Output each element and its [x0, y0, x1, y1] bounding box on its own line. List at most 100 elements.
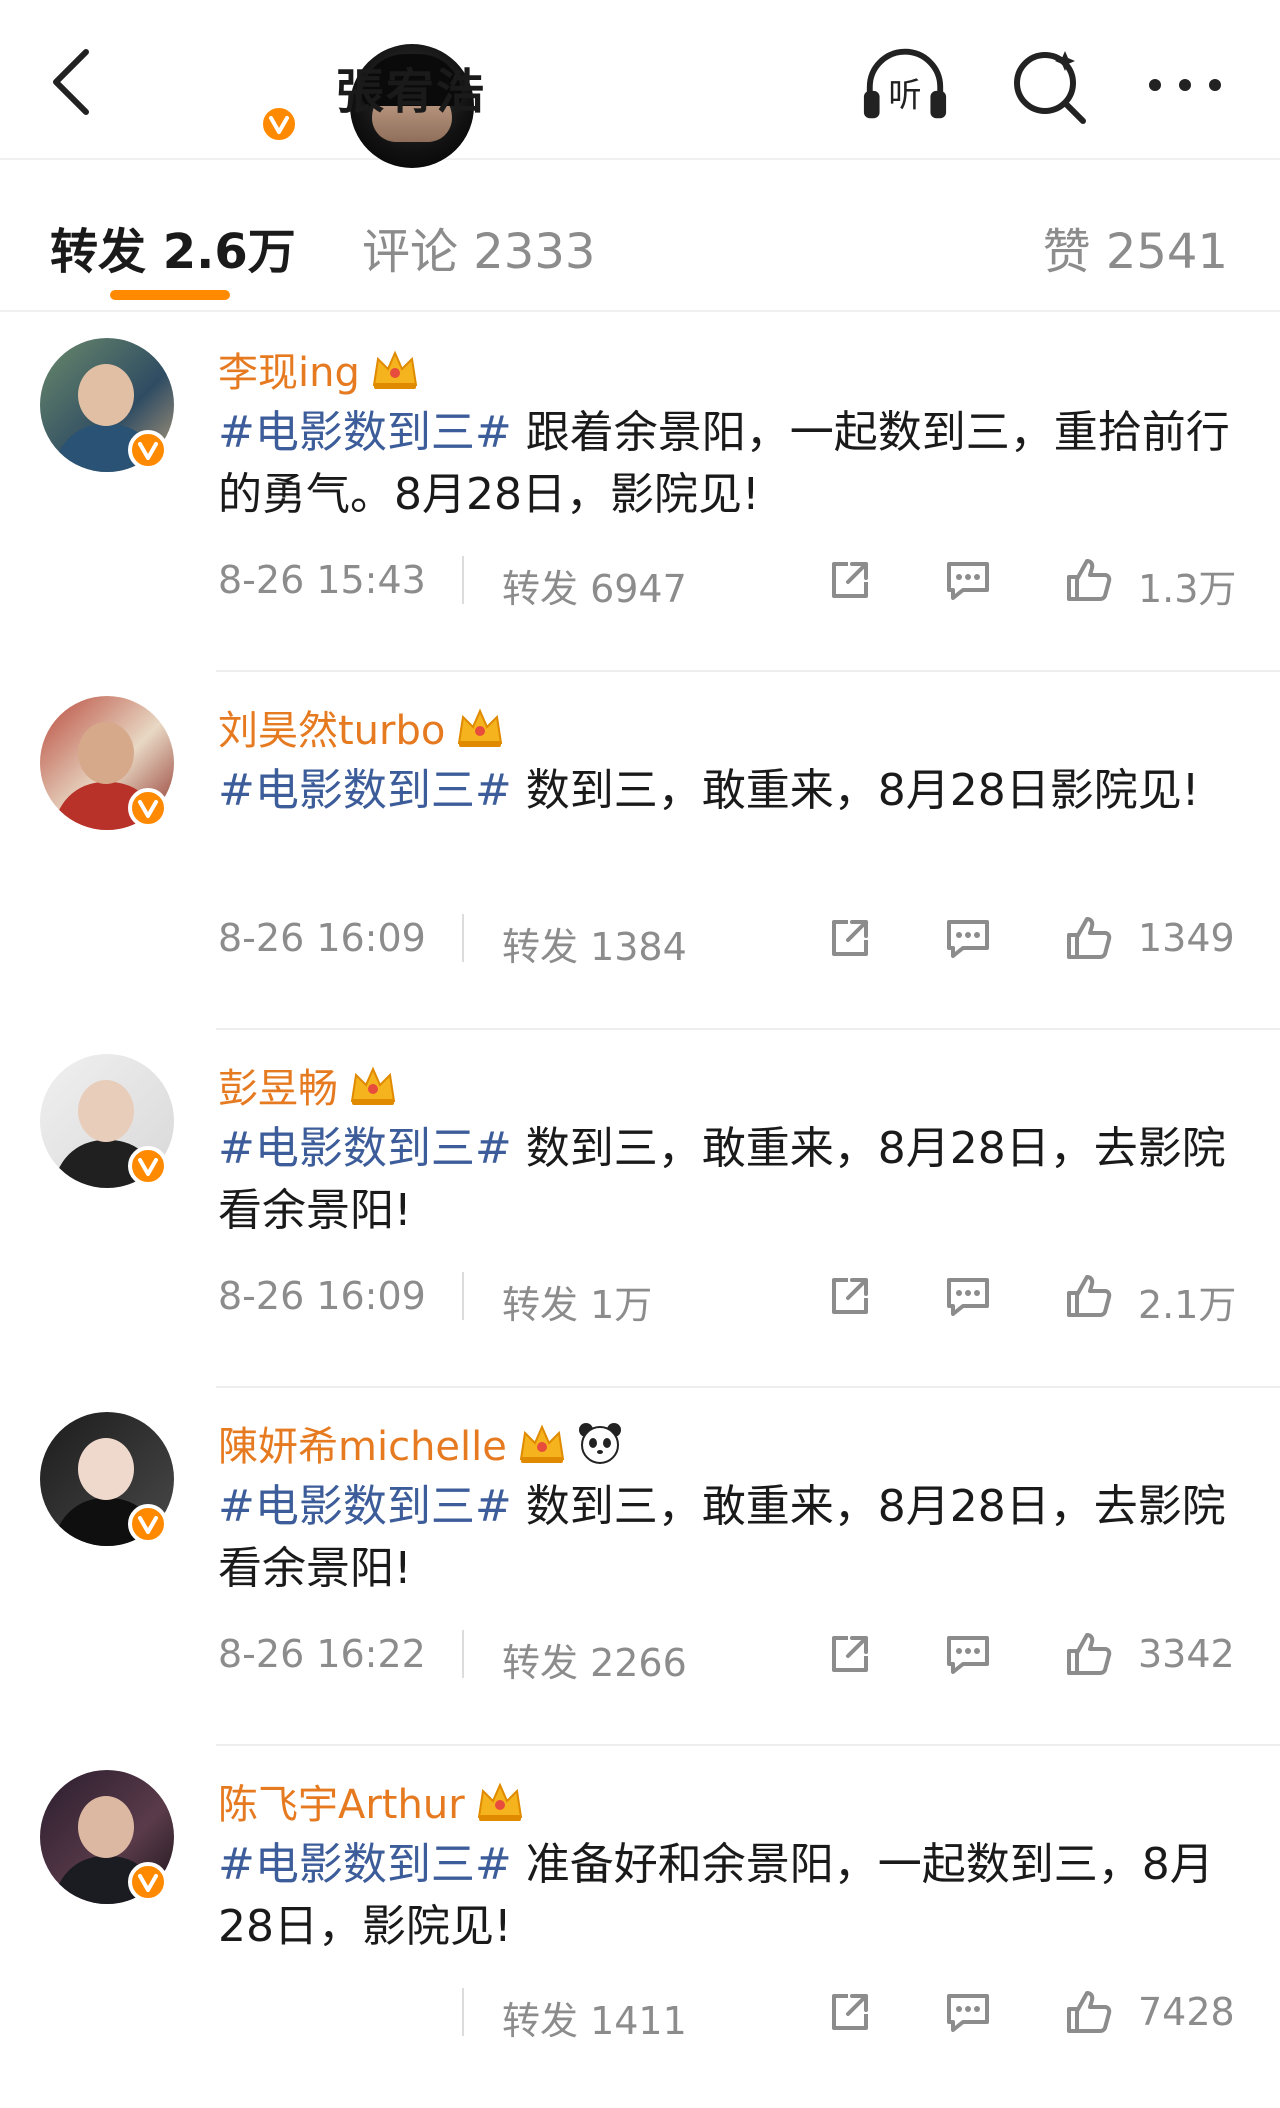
repost-count[interactable]: 转发 1411	[502, 1990, 687, 2045]
listen-icon: 听	[863, 48, 947, 119]
listen-button[interactable]: 听	[860, 40, 950, 130]
like-button[interactable]	[1060, 1984, 1116, 2040]
repost-meta: 8-26 16:09 转发 1384 1349	[218, 910, 1238, 969]
repost-count[interactable]: 转发 2266	[502, 1632, 687, 1687]
list-item[interactable]: 李现ing #电影数到三# 跟着余景阳，一起数到三，重拾前行的勇气。8月28日，…	[0, 314, 1280, 672]
list-item[interactable]: 刘昊然turbo #电影数到三# 数到三，敢重来，8月28日影院见! 8-26 …	[0, 672, 1280, 1030]
thumbs-up-icon	[1067, 1275, 1112, 1317]
crown-icon	[372, 350, 418, 389]
user-name-text: 陳妍希michelle	[218, 1424, 507, 1470]
verified-badge-icon	[128, 430, 168, 470]
like-button[interactable]	[1060, 552, 1116, 608]
list-item[interactable]: 陳妍希michelle #电影数到三# 数到三，敢重来，8月28日，去影院看余景…	[0, 1388, 1280, 1746]
active-tab-indicator	[110, 290, 230, 300]
user-name-text: 刘昊然turbo	[218, 708, 446, 754]
user-name-text: 彭昱畅	[218, 1066, 338, 1112]
thumbs-up-icon	[1067, 559, 1112, 601]
share-icon	[832, 1636, 868, 1672]
thumbs-up-icon	[1067, 1991, 1112, 2033]
repost-text: #电影数到三# 数到三，敢重来，8月28日，去影院看余景阳!	[218, 1476, 1238, 1600]
list-item[interactable]: 陈飞宇Arthur #电影数到三# 准备好和余景阳，一起数到三，8月28日，影院…	[0, 1746, 1280, 2108]
crown-icon	[477, 1782, 522, 1821]
like-count: 3342	[1138, 1632, 1235, 1676]
search-button[interactable]	[1004, 40, 1094, 130]
comment-button[interactable]	[940, 1268, 996, 1324]
share-icon	[832, 1994, 868, 2030]
comment-button[interactable]	[940, 1984, 996, 2040]
hashtag-link[interactable]: #电影数到三#	[218, 407, 512, 458]
repost-count[interactable]: 转发 6947	[502, 558, 687, 613]
like-button[interactable]	[1060, 1626, 1116, 1682]
user-name[interactable]: 刘昊然turbo	[218, 698, 505, 756]
comment-button[interactable]	[940, 910, 996, 966]
divider	[462, 914, 464, 962]
divider	[462, 1988, 464, 2036]
user-name-text: 李现ing	[218, 350, 360, 396]
user-name-text: 陈飞宇Arthur	[218, 1782, 465, 1828]
comment-button[interactable]	[940, 552, 996, 608]
share-button[interactable]	[822, 1626, 878, 1682]
share-icon	[832, 562, 868, 598]
back-icon	[53, 49, 89, 115]
crown-icon	[519, 1424, 565, 1463]
like-count: 1.3万	[1138, 567, 1237, 611]
verified-badge-icon	[128, 1862, 168, 1902]
panda-icon	[578, 1423, 621, 1464]
comment-icon	[947, 1636, 989, 1674]
tab-comments[interactable]: 评论 2333	[362, 212, 595, 282]
share-icon	[832, 1278, 868, 1314]
more-icon	[1149, 79, 1221, 91]
crown-icon	[350, 1066, 396, 1105]
timestamp: 8-26 16:09	[218, 916, 426, 960]
comment-button[interactable]	[940, 1626, 996, 1682]
like-button[interactable]	[1060, 1268, 1116, 1324]
thumbs-up-icon	[1067, 1633, 1112, 1675]
avatar[interactable]	[40, 1412, 180, 1552]
avatar[interactable]	[40, 1054, 180, 1194]
like-count: 7428	[1138, 1990, 1235, 2034]
thumbs-up-icon	[1067, 917, 1112, 959]
verified-badge-icon	[128, 1146, 168, 1186]
hashtag-link[interactable]: #电影数到三#	[218, 1839, 512, 1890]
timestamp: 8-26 16:09	[218, 1274, 426, 1318]
hashtag-link[interactable]: #电影数到三#	[218, 1481, 512, 1532]
like-count: 2.1万	[1138, 1283, 1237, 1327]
user-name[interactable]: 陳妍希michelle	[218, 1414, 623, 1472]
hashtag-link[interactable]: #电影数到三#	[218, 1123, 512, 1174]
verified-badge-icon	[259, 104, 299, 144]
user-name[interactable]: 彭昱畅	[218, 1056, 398, 1114]
hashtag-link[interactable]: #电影数到三#	[218, 765, 512, 816]
list-item[interactable]: 彭昱畅 #电影数到三# 数到三，敢重来，8月28日，去影院看余景阳! 8-26 …	[0, 1030, 1280, 1388]
like-button[interactable]	[1060, 910, 1116, 966]
share-icon	[832, 920, 868, 956]
share-button[interactable]	[822, 910, 878, 966]
more-button[interactable]	[1140, 40, 1230, 130]
tab-likes[interactable]: 赞 2541	[1043, 212, 1228, 282]
avatar[interactable]	[40, 696, 180, 836]
user-name[interactable]: 李现ing	[218, 340, 420, 398]
back-button[interactable]	[40, 40, 100, 124]
user-name[interactable]: 陈飞宇Arthur	[218, 1772, 525, 1830]
share-button[interactable]	[822, 1984, 878, 2040]
repost-meta: 8-26 16:09 转发 1万 2.1万	[218, 1268, 1238, 1327]
avatar[interactable]	[40, 1770, 180, 1910]
avatar[interactable]	[40, 338, 180, 478]
verified-badge-icon	[128, 1504, 168, 1544]
repost-count[interactable]: 转发 1万	[502, 1274, 652, 1329]
profile-name[interactable]: 張宥浩	[336, 52, 486, 122]
repost-meta: 8-26 16:22 转发 2266 3342	[218, 1626, 1238, 1685]
repost-meta: 转发 1411 7428	[218, 1984, 1238, 2043]
share-button[interactable]	[822, 1268, 878, 1324]
profile-avatar[interactable]	[175, 22, 474, 168]
repost-count[interactable]: 转发 1384	[502, 916, 687, 971]
comment-icon	[947, 920, 989, 958]
repost-text: #电影数到三# 跟着余景阳，一起数到三，重拾前行的勇气。8月28日，影院见!	[218, 402, 1238, 526]
divider	[462, 556, 464, 604]
timestamp: 8-26 16:22	[218, 1632, 426, 1676]
repost-body: 数到三，敢重来，8月28日影院见!	[511, 765, 1200, 816]
share-button[interactable]	[822, 552, 878, 608]
verified-badge-icon	[128, 788, 168, 828]
tab-reposts[interactable]: 转发 2.6万	[50, 212, 296, 282]
comment-icon	[947, 562, 989, 600]
repost-text: #电影数到三# 准备好和余景阳，一起数到三，8月28日，影院见!	[218, 1834, 1238, 1958]
